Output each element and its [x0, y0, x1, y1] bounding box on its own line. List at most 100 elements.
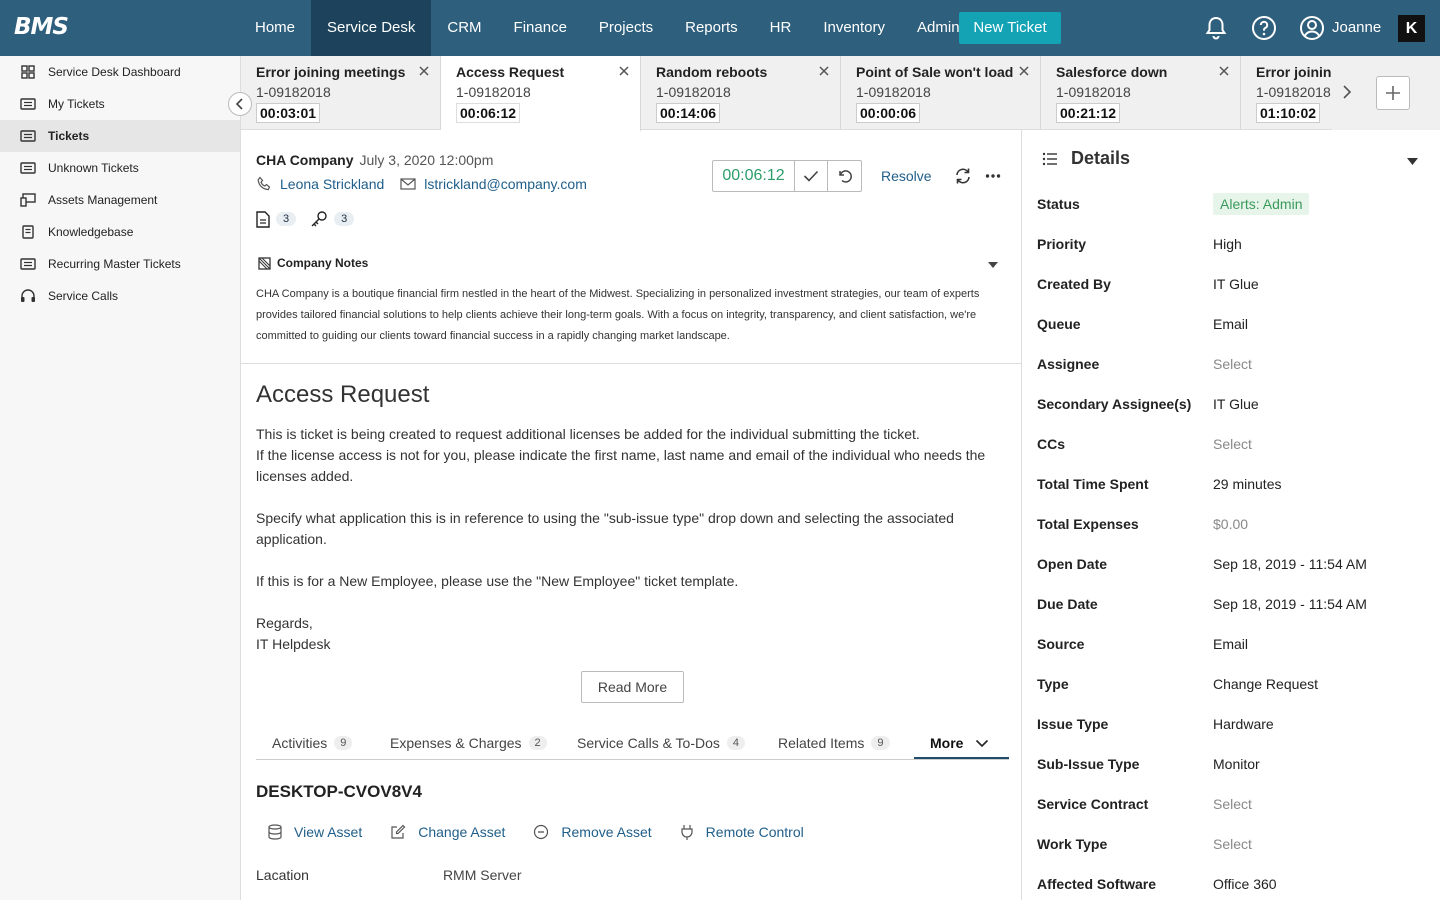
tab-expenses-charges[interactable]: Expenses & Charges 2	[390, 735, 547, 751]
description-line: Regards,	[256, 615, 313, 631]
tab-service-calls-todos[interactable]: Service Calls & To-Dos 4	[577, 735, 746, 751]
ticket-tab[interactable]: Error joining meetings 1-09182018 00:03:…	[241, 56, 441, 130]
view-asset-button[interactable]: View Asset	[268, 824, 362, 840]
brand-badge-icon[interactable]: K	[1398, 15, 1425, 42]
change-asset-button[interactable]: Change Asset	[390, 824, 505, 840]
company-notes-text: CHA Company is a boutique financial firm…	[256, 288, 980, 342]
bell-icon[interactable]	[1204, 15, 1228, 41]
user-menu[interactable]: Joanne	[1299, 15, 1381, 41]
tab-related-items[interactable]: Related Items 9	[778, 735, 890, 751]
sidebar-item-assets-management[interactable]: Assets Management	[0, 184, 240, 216]
ticket-icon	[20, 96, 36, 112]
app-logo[interactable]: BMS	[14, 14, 69, 40]
document-icon[interactable]	[256, 210, 270, 228]
sidebar-item-service-calls[interactable]: Service Calls	[0, 280, 240, 312]
detail-value[interactable]: Email	[1213, 316, 1248, 332]
resolve-button[interactable]: Resolve	[881, 168, 932, 184]
ticket-tab[interactable]: Random reboots 1-09182018 00:14:06	[641, 56, 841, 130]
user-name: Joanne	[1332, 19, 1382, 36]
close-icon[interactable]	[818, 65, 830, 77]
nav-hr[interactable]: HR	[754, 0, 808, 56]
sidebar-item-my-tickets[interactable]: My Tickets	[0, 88, 240, 120]
add-tab-button[interactable]	[1376, 76, 1410, 110]
ticket-tab-timer: 00:06:12	[456, 103, 521, 123]
close-icon[interactable]	[418, 65, 430, 77]
devices-icon	[20, 192, 36, 208]
contact-name-link[interactable]: Leona Strickland	[280, 176, 384, 192]
detail-label: Type	[1037, 676, 1069, 692]
tab-count: 4	[726, 736, 746, 750]
close-icon[interactable]	[1218, 65, 1230, 77]
detail-label: Queue	[1037, 316, 1081, 332]
detail-label: Sub-Issue Type	[1037, 756, 1140, 772]
undo-icon	[837, 168, 853, 184]
timer-stop-button[interactable]	[795, 161, 828, 191]
ticket-tab[interactable]: Salesforce down 1-09182018 00:21:12	[1041, 56, 1241, 130]
more-options-icon[interactable]	[985, 167, 1001, 185]
key-icon[interactable]	[310, 210, 328, 228]
close-icon[interactable]	[1018, 65, 1030, 77]
ccs-select[interactable]: Select	[1213, 436, 1252, 452]
nav-service-desk[interactable]: Service Desk	[311, 0, 432, 56]
sidebar-item-unknown-tickets[interactable]: Unknown Tickets	[0, 152, 240, 184]
user-avatar-icon	[1299, 15, 1325, 41]
sidebar-item-label: Service Calls	[48, 289, 119, 303]
nav-projects[interactable]: Projects	[583, 0, 669, 56]
caret-down-icon[interactable]	[988, 262, 998, 268]
nav-crm[interactable]: CRM	[431, 0, 497, 56]
ticket-tab-number: 1-09182018	[856, 84, 931, 100]
company-notes-header[interactable]: Company Notes	[258, 256, 368, 270]
remove-asset-button[interactable]: Remove Asset	[533, 824, 652, 840]
sidebar-item-knowledgebase[interactable]: Knowledgebase	[0, 216, 240, 248]
detail-value[interactable]: Hardware	[1213, 716, 1274, 732]
details-title: Details	[1071, 148, 1131, 168]
detail-value: IT Glue	[1213, 276, 1259, 292]
refresh-icon[interactable]	[954, 167, 972, 185]
detail-row-priority: Priority High	[1037, 232, 1427, 256]
new-ticket-button[interactable]: New Ticket	[959, 12, 1061, 44]
ticket-tab[interactable]: Error joining 1-09182018 01:10:02	[1241, 56, 1333, 130]
chevron-right-icon[interactable]	[1342, 84, 1352, 100]
work-type-select[interactable]: Select	[1213, 836, 1252, 852]
asset-name: DESKTOP-CVOV8V4	[256, 782, 422, 801]
service-contract-select[interactable]: Select	[1213, 796, 1252, 812]
nav-inventory[interactable]: Inventory	[807, 0, 901, 56]
detail-value[interactable]: Monitor	[1213, 756, 1260, 772]
status-badge[interactable]: Alerts: Admin	[1213, 193, 1310, 215]
detail-value[interactable]: Sep 18, 2019 - 11:54 AM	[1213, 556, 1367, 572]
sidebar-item-recurring-master-tickets[interactable]: Recurring Master Tickets	[0, 248, 240, 280]
ticket-tab-number: 1-09182018	[656, 84, 731, 100]
action-label: Remote Control	[705, 824, 804, 840]
ticket-tab-active[interactable]: Access Request 1-09182018 00:06:12	[441, 56, 641, 131]
tab-more[interactable]: More	[930, 735, 989, 751]
description-line: If the license access is not for you, pl…	[256, 447, 986, 484]
help-icon[interactable]	[1251, 15, 1277, 41]
tab-label: Expenses & Charges	[390, 735, 522, 751]
collapse-sidebar-button[interactable]	[228, 92, 252, 116]
sidebar-item-label: Tickets	[48, 129, 90, 143]
caret-down-icon[interactable]	[1407, 158, 1418, 165]
nav-home[interactable]: Home	[239, 0, 311, 56]
ticket-timer: 00:06:12	[712, 160, 862, 192]
detail-value[interactable]: IT Glue	[1213, 396, 1259, 412]
detail-value[interactable]: Sep 18, 2019 - 11:54 AM	[1213, 596, 1367, 612]
timer-reset-button[interactable]	[828, 161, 861, 191]
detail-value[interactable]: High	[1213, 236, 1242, 252]
ticket-tab[interactable]: Point of Sale won't load 1-09182018 00:0…	[841, 56, 1041, 130]
contact-email-link[interactable]: lstrickland@company.com	[424, 176, 587, 192]
detail-row-source: Source Email	[1037, 632, 1427, 656]
detail-label: Open Date	[1037, 556, 1108, 572]
detail-value[interactable]: Office 360	[1213, 876, 1277, 892]
sidebar-item-dashboard[interactable]: Service Desk Dashboard	[0, 56, 240, 88]
remote-control-button[interactable]: Remote Control	[680, 824, 804, 840]
read-more-button[interactable]: Read More	[581, 671, 684, 703]
nav-reports[interactable]: Reports	[669, 0, 754, 56]
assignee-select[interactable]: Select	[1213, 356, 1252, 372]
tab-activities[interactable]: Activities 9	[272, 735, 353, 751]
sidebar-item-tickets[interactable]: Tickets	[0, 120, 240, 152]
company-name[interactable]: CHA Company	[256, 152, 354, 168]
detail-value[interactable]: Change Request	[1213, 676, 1318, 692]
nav-finance[interactable]: Finance	[498, 0, 583, 56]
close-icon[interactable]	[618, 65, 630, 77]
detail-value[interactable]: Email	[1213, 636, 1248, 652]
